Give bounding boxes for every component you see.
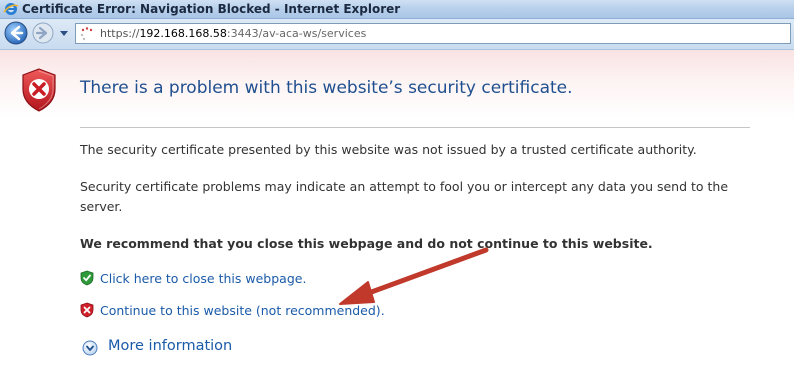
expand-circle-icon[interactable]: [82, 340, 98, 356]
continue-suffix: .: [380, 303, 385, 318]
ie-logo-icon: [3, 3, 19, 15]
title-bar: Certificate Error: Navigation Blocked - …: [0, 0, 794, 19]
certificate-error-page: There is a problem with this website’s s…: [0, 50, 794, 388]
dropdown-icon[interactable]: [58, 27, 70, 39]
continue-website-link[interactable]: Continue to this website (not recommende…: [100, 303, 381, 318]
close-webpage-link[interactable]: Click here to close this webpage.: [100, 271, 306, 286]
page-heading: There is a problem with this website’s s…: [80, 78, 573, 98]
green-shield-icon: [80, 270, 94, 286]
certificate-issue-text: The security certificate presented by th…: [80, 142, 697, 157]
url-prefix: https://: [100, 27, 140, 40]
error-shield-icon: [22, 68, 56, 112]
red-shield-icon: [80, 302, 94, 318]
heading-divider: [80, 127, 750, 128]
url-text[interactable]: https://192.168.168.58:3443/av-aca-ws/se…: [100, 27, 366, 40]
security-warning-text: Security certificate problems may indica…: [80, 179, 729, 214]
back-arrow-icon[interactable]: [4, 21, 28, 45]
window-title: Certificate Error: Navigation Blocked - …: [22, 2, 401, 16]
recommendation-text: We recommend that you close this webpage…: [80, 236, 653, 251]
forward-arrow-icon[interactable]: [32, 22, 54, 44]
page-loading-icon: [80, 27, 93, 41]
address-bar[interactable]: https://192.168.168.58:3443/av-aca-ws/se…: [75, 23, 791, 44]
more-information-link[interactable]: More information: [108, 338, 232, 354]
url-path: :3443/av-aca-ws/services: [226, 27, 367, 40]
continue-website-text: Continue to this website (not recommende…: [100, 303, 385, 318]
url-host: 192.168.168.58: [139, 27, 227, 40]
navigation-bar: https://192.168.168.58:3443/av-aca-ws/se…: [0, 19, 794, 50]
